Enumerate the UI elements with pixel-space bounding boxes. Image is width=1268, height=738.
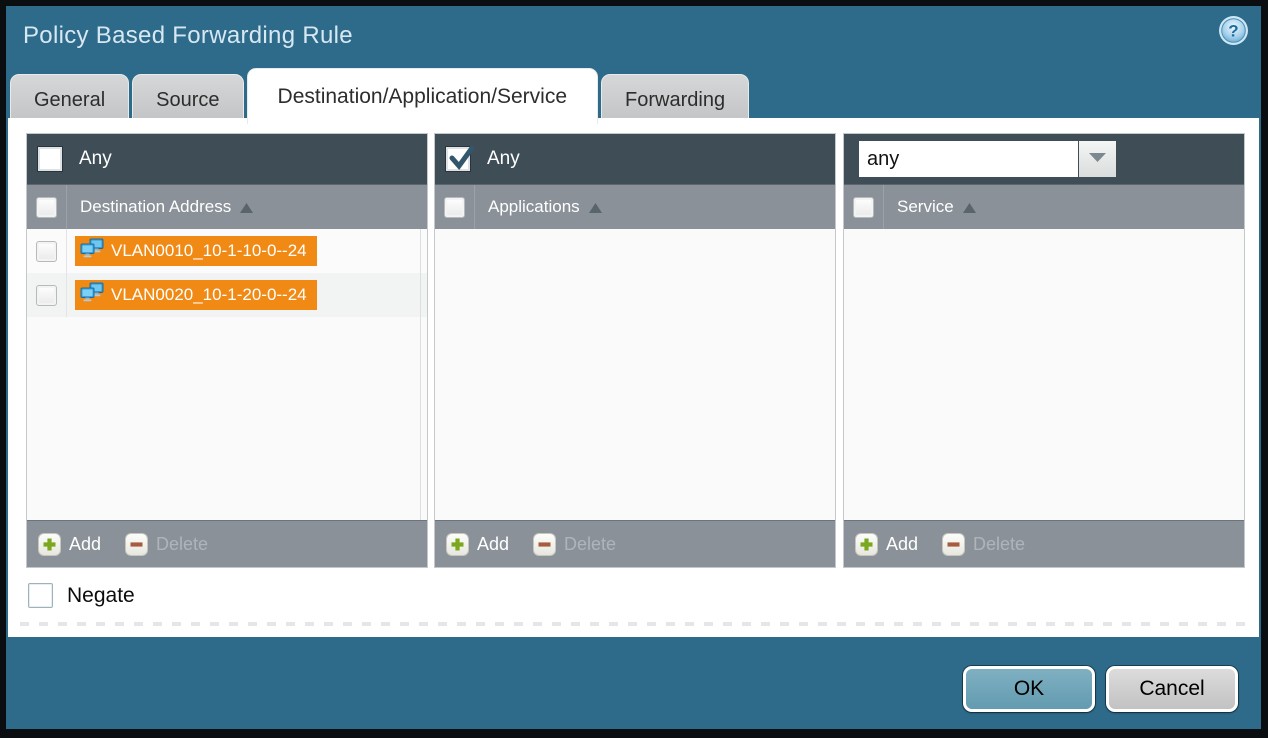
table-row: VLAN0010_10-1-10-0--24	[27, 229, 427, 273]
tab-content-panel: Any Destination Address	[8, 118, 1259, 637]
cancel-button[interactable]: Cancel	[1106, 666, 1238, 712]
service-dropdown-input[interactable]	[859, 141, 1078, 177]
plus-icon	[855, 533, 878, 556]
plus-icon	[38, 533, 61, 556]
destination-address-column: Any Destination Address	[26, 133, 428, 568]
delete-button[interactable]: Delete	[942, 533, 1025, 556]
applications-column: Any Applications Add	[434, 133, 836, 568]
applications-footer: Add Delete	[435, 520, 835, 567]
service-column-header: Service	[844, 184, 1244, 229]
add-button[interactable]: Add	[855, 533, 918, 556]
table-row: VLAN0020_10-1-20-0--24	[27, 273, 427, 317]
ok-button[interactable]: OK	[963, 666, 1095, 712]
applications-any-checkbox[interactable]	[445, 146, 471, 172]
destination-header-sort[interactable]: Destination Address	[80, 196, 253, 218]
tab-bar: General Source Destination/Application/S…	[10, 68, 752, 124]
destination-any-checkbox[interactable]	[37, 146, 63, 172]
negate-label: Negate	[67, 584, 135, 608]
dialog-title: Policy Based Forwarding Rule	[23, 6, 353, 66]
network-address-icon	[80, 238, 104, 264]
destination-any-label: Any	[79, 148, 112, 170]
add-button[interactable]: Add	[38, 533, 101, 556]
service-header-label: Service	[897, 197, 954, 217]
delete-button[interactable]: Delete	[125, 533, 208, 556]
row-checkbox[interactable]	[36, 241, 57, 262]
delete-button[interactable]: Delete	[533, 533, 616, 556]
applications-header-label: Applications	[488, 197, 580, 217]
destination-header-label: Destination Address	[80, 197, 231, 217]
row-checkbox[interactable]	[36, 285, 57, 306]
sort-ascending-icon	[963, 198, 976, 218]
address-object-name: VLAN0020_10-1-20-0--24	[111, 285, 307, 305]
dialog-button-row: OK Cancel	[6, 664, 1261, 714]
tab-source[interactable]: Source	[132, 74, 243, 124]
help-icon[interactable]: ?	[1218, 15, 1249, 46]
service-list	[844, 229, 1244, 520]
tab-general[interactable]: General	[10, 74, 129, 124]
sort-ascending-icon	[240, 198, 253, 218]
svg-text:?: ?	[1228, 22, 1238, 41]
service-any-bar	[844, 134, 1244, 184]
destination-any-bar: Any	[27, 134, 427, 184]
address-object[interactable]: VLAN0020_10-1-20-0--24	[75, 280, 317, 310]
chevron-down-icon	[1089, 150, 1106, 168]
destination-select-all-checkbox[interactable]	[36, 197, 57, 218]
service-header-sort[interactable]: Service	[897, 196, 976, 218]
applications-column-header: Applications	[435, 184, 835, 229]
applications-select-all-checkbox[interactable]	[444, 197, 465, 218]
service-dropdown-button[interactable]	[1079, 141, 1116, 177]
add-button[interactable]: Add	[446, 533, 509, 556]
destination-column-header: Destination Address	[27, 184, 427, 229]
policy-based-forwarding-dialog: Policy Based Forwarding Rule ? General S…	[6, 6, 1261, 729]
tab-destination-application-service[interactable]: Destination/Application/Service	[247, 68, 599, 124]
destination-list: VLAN0010_10-1-10-0--24	[27, 229, 427, 520]
applications-list	[435, 229, 835, 520]
service-dropdown	[859, 141, 1116, 177]
minus-icon	[942, 533, 965, 556]
negate-checkbox[interactable]	[28, 583, 53, 608]
destination-footer: Add Delete	[27, 520, 427, 567]
service-select-all-checkbox[interactable]	[853, 197, 874, 218]
service-footer: Add Delete	[844, 520, 1244, 567]
negate-option: Negate	[28, 583, 135, 608]
checkmark-icon	[448, 143, 476, 173]
applications-any-bar: Any	[435, 134, 835, 184]
service-column: Service Add Delete	[843, 133, 1245, 568]
address-object[interactable]: VLAN0010_10-1-10-0--24	[75, 236, 317, 266]
plus-icon	[446, 533, 469, 556]
applications-any-label: Any	[487, 148, 520, 170]
address-object-name: VLAN0010_10-1-10-0--24	[111, 241, 307, 261]
tab-forwarding[interactable]: Forwarding	[601, 74, 749, 124]
applications-header-sort[interactable]: Applications	[488, 196, 602, 218]
resize-grip	[20, 622, 1247, 626]
minus-icon	[533, 533, 556, 556]
title-bar: Policy Based Forwarding Rule ?	[6, 6, 1261, 68]
network-address-icon	[80, 282, 104, 308]
minus-icon	[125, 533, 148, 556]
sort-ascending-icon	[589, 198, 602, 218]
